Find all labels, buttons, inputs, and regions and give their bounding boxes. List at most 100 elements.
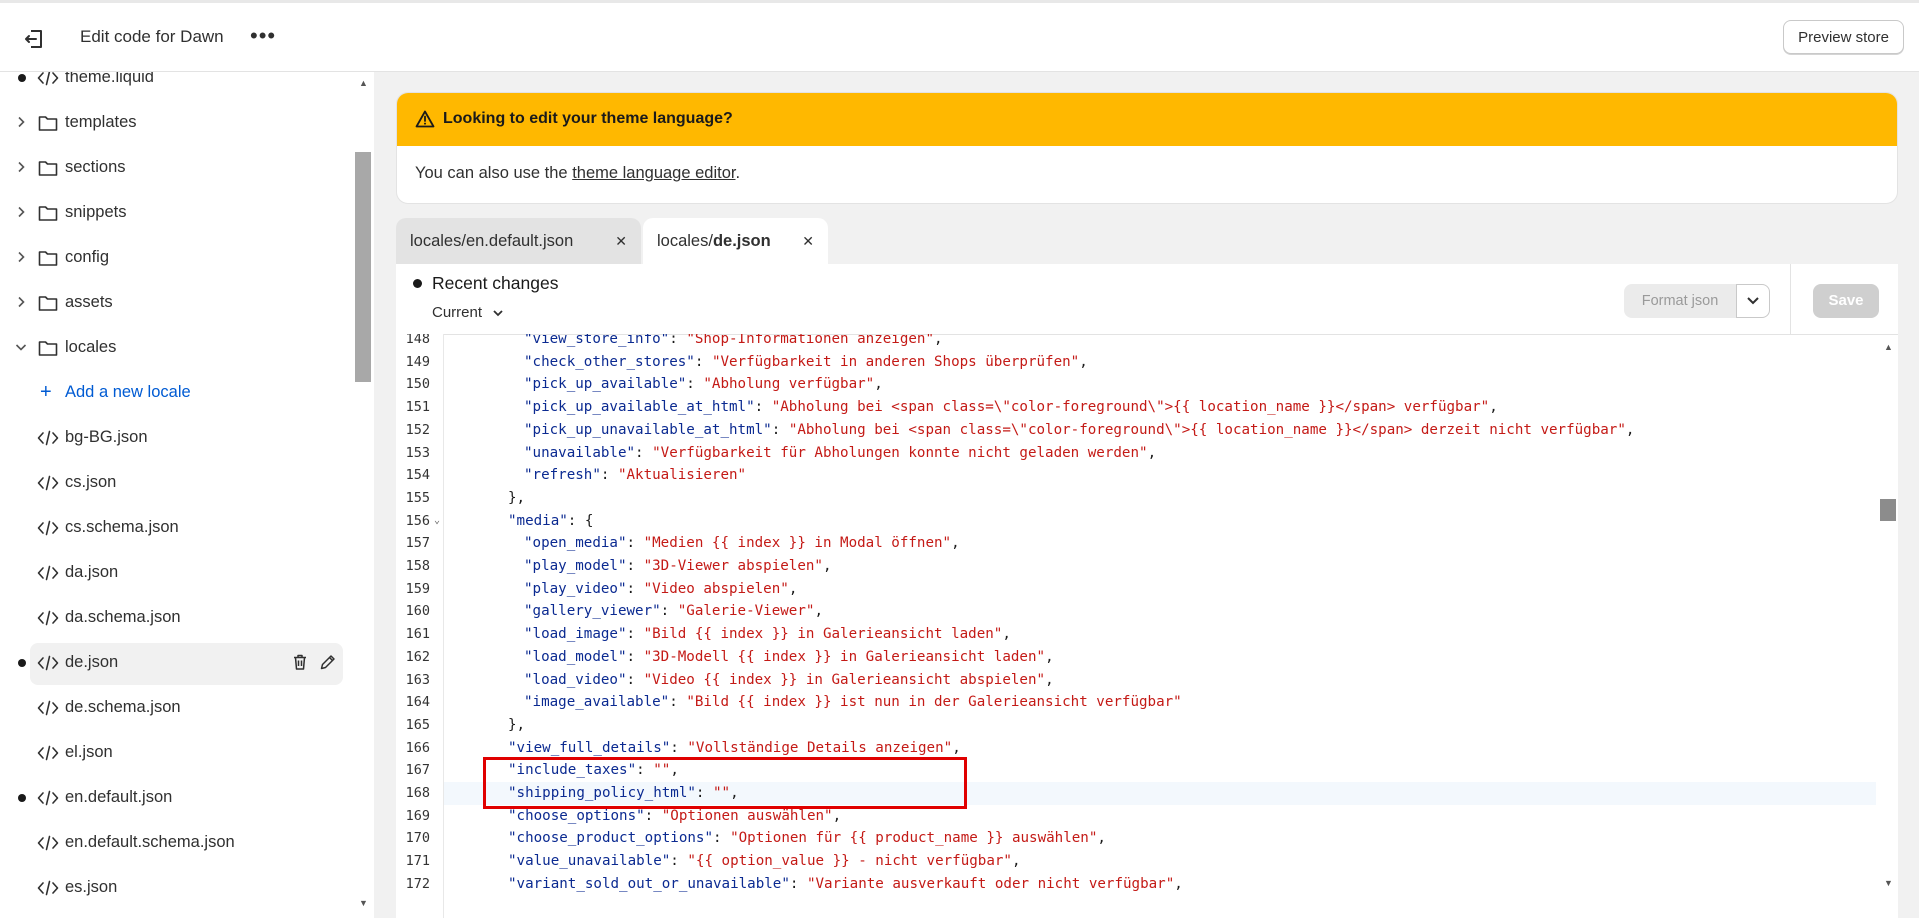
plus-icon: + bbox=[40, 381, 52, 403]
code-line[interactable]: 158 "play_model": "3D-Viewer abspielen", bbox=[396, 555, 1876, 578]
code-line[interactable]: 156 ⌄ "media": { bbox=[396, 510, 1876, 533]
sidebar-item[interactable]: templates bbox=[0, 103, 345, 143]
code-line[interactable]: 153 "unavailable": "Verfügbarkeit für Abh… bbox=[396, 442, 1876, 465]
code-line[interactable]: 149 "check_other_stores": "Verfügbarkeit … bbox=[396, 351, 1876, 374]
sidebar-scrollbar-thumb[interactable] bbox=[355, 152, 371, 382]
code-line[interactable]: 155}, bbox=[396, 487, 1876, 510]
sidebar-item[interactable]: el.json bbox=[0, 733, 345, 773]
line-number: 150 bbox=[405, 376, 430, 393]
page-title: Edit code for Dawn bbox=[80, 27, 224, 46]
code-line[interactable]: 163 "load_video": "Video {{ index }} in G… bbox=[396, 669, 1876, 692]
code-line[interactable]: 164 "image_available": "Bild {{ index }} … bbox=[396, 691, 1876, 714]
code-line[interactable]: 160 "gallery_viewer": "Galerie-Viewer", bbox=[396, 600, 1876, 623]
code-editor: Recent changes Current Format json Save … bbox=[396, 264, 1898, 918]
unsaved-dot bbox=[18, 659, 26, 667]
theme-language-editor-link[interactable]: theme language editor bbox=[572, 164, 735, 182]
more-actions-icon[interactable]: ••• bbox=[250, 23, 276, 49]
chevron-right-icon[interactable] bbox=[14, 115, 28, 129]
sidebar-item[interactable]: sections bbox=[0, 148, 345, 188]
line-number: 159 bbox=[405, 580, 430, 597]
scroll-up-icon[interactable]: ▲ bbox=[1884, 342, 1910, 352]
code-text: }, bbox=[508, 489, 526, 506]
chevron-right-icon[interactable] bbox=[14, 250, 28, 264]
tab-de-json[interactable]: locales/de.json ✕ bbox=[643, 218, 828, 264]
close-icon[interactable]: ✕ bbox=[615, 218, 627, 264]
exit-icon[interactable] bbox=[22, 27, 46, 51]
code-line[interactable]: 166 "view_full_details": "Vollständige De… bbox=[396, 737, 1876, 760]
fold-chevron-icon[interactable]: ⌄ bbox=[434, 515, 440, 526]
line-number: 167 bbox=[405, 762, 430, 779]
code-line[interactable]: 171 "value_unavailable": "{{ option_value… bbox=[396, 850, 1876, 873]
code-line[interactable]: 150 "pick_up_available": "Abholung verfüg… bbox=[396, 373, 1876, 396]
line-number: 171 bbox=[405, 853, 430, 870]
code-line[interactable]: 154 "refresh": "Aktualisieren" bbox=[396, 464, 1876, 487]
folder-icon bbox=[38, 206, 58, 221]
code-line[interactable]: 148 "view_store_info": "Shop-Informatione… bbox=[396, 334, 1876, 351]
chevron-right-icon[interactable] bbox=[14, 205, 28, 219]
tab-en-default-json[interactable]: locales/en.default.json ✕ bbox=[396, 218, 641, 264]
sidebar-item[interactable]: es.json bbox=[0, 868, 345, 908]
sidebar-item-label: en.default.json bbox=[65, 788, 173, 806]
code-line[interactable]: 161 "load_image": "Bild {{ index }} in Ga… bbox=[396, 623, 1876, 646]
sidebar-item-label: sections bbox=[65, 158, 126, 176]
editor-scrollbar-thumb[interactable] bbox=[1880, 499, 1896, 521]
sidebar-item-label: de.schema.json bbox=[65, 698, 181, 716]
sidebar-item[interactable]: bg-BG.json bbox=[0, 418, 345, 458]
sidebar-item[interactable]: de.schema.json bbox=[0, 688, 345, 728]
sidebar-item-label: en.default.schema.json bbox=[65, 833, 235, 851]
code-text: "pick_up_available": "Abholung verfügbar… bbox=[524, 376, 883, 393]
code-line[interactable]: 165}, bbox=[396, 714, 1876, 737]
sidebar-item[interactable]: locales bbox=[0, 328, 345, 368]
sidebar-item[interactable]: cs.schema.json bbox=[0, 508, 345, 548]
scroll-down-icon[interactable]: ▼ bbox=[1884, 878, 1910, 888]
line-number: 152 bbox=[405, 421, 430, 438]
line-number: 165 bbox=[405, 716, 430, 733]
sidebar-item[interactable]: da.schema.json bbox=[0, 598, 345, 638]
sidebar-item[interactable]: snippets bbox=[0, 193, 345, 233]
code-text: "refresh": "Aktualisieren" bbox=[524, 467, 747, 484]
line-number: 157 bbox=[405, 535, 430, 552]
sidebar-item-label: da.json bbox=[65, 563, 119, 581]
scroll-down-icon[interactable]: ▼ bbox=[359, 898, 368, 908]
line-number: 156 bbox=[405, 512, 430, 529]
chevron-right-icon[interactable] bbox=[14, 295, 28, 309]
line-number: 158 bbox=[405, 558, 430, 574]
sidebar-item[interactable]: en.default.json bbox=[0, 778, 345, 818]
sidebar-item[interactable]: assets bbox=[0, 283, 345, 323]
code-line[interactable]: 151 "pick_up_available_at_html": "Abholun… bbox=[396, 396, 1876, 419]
sidebar-item[interactable]: de.json bbox=[0, 643, 345, 685]
chevron-right-icon[interactable] bbox=[14, 160, 28, 174]
sidebar-item[interactable]: da.json bbox=[0, 553, 345, 593]
code-text: "unavailable": "Verfügbarkeit für Abholu… bbox=[524, 444, 1157, 461]
code-line[interactable]: 152 "pick_up_unavailable_at_html": "Abhol… bbox=[396, 419, 1876, 442]
code-text: "value_unavailable": "{{ option_value }}… bbox=[508, 853, 1021, 870]
sidebar-item[interactable]: config bbox=[0, 238, 345, 278]
code-line[interactable]: 170 "choose_product_options": "Optionen f… bbox=[396, 827, 1876, 850]
code-line[interactable]: 159 "play_video": "Video abspielen", bbox=[396, 578, 1876, 601]
trash-icon[interactable] bbox=[291, 653, 309, 671]
format-options-button[interactable] bbox=[1736, 284, 1770, 318]
line-number: 151 bbox=[405, 399, 430, 416]
save-button[interactable]: Save bbox=[1813, 284, 1879, 318]
code-area[interactable]: 148 "view_store_info": "Shop-Informatione… bbox=[396, 334, 1898, 918]
close-icon[interactable]: ✕ bbox=[802, 218, 814, 264]
chevron-down-icon[interactable] bbox=[14, 340, 28, 354]
code-line[interactable]: 172 "variant_sold_out_or_unavailable": "V… bbox=[396, 873, 1876, 896]
sidebar-item[interactable]: + Add a new locale bbox=[0, 373, 345, 413]
version-select[interactable]: Current bbox=[432, 304, 504, 321]
preview-store-button[interactable]: Preview store bbox=[1783, 20, 1904, 54]
line-number: 148 bbox=[405, 334, 430, 347]
pencil-icon[interactable] bbox=[319, 653, 337, 671]
sidebar-item-label: da.schema.json bbox=[65, 608, 181, 626]
sidebar-item[interactable]: theme.liquid bbox=[0, 72, 345, 98]
scroll-up-icon[interactable]: ▲ bbox=[359, 78, 368, 88]
sidebar-item[interactable]: cs.json bbox=[0, 463, 345, 503]
format-json-button[interactable]: Format json bbox=[1624, 284, 1736, 318]
theme-language-banner: Looking to edit your theme language? You… bbox=[396, 92, 1898, 204]
sidebar-item[interactable]: en.default.schema.json bbox=[0, 823, 345, 863]
code-text: "choose_options": "Optionen auswählen", bbox=[508, 807, 842, 824]
code-line[interactable]: 157 "open_media": "Medien {{ index }} in … bbox=[396, 532, 1876, 555]
line-number: 161 bbox=[405, 626, 430, 643]
code-text: "play_video": "Video abspielen", bbox=[524, 580, 798, 597]
code-line[interactable]: 162 "load_model": "3D-Modell {{ index }} … bbox=[396, 646, 1876, 669]
